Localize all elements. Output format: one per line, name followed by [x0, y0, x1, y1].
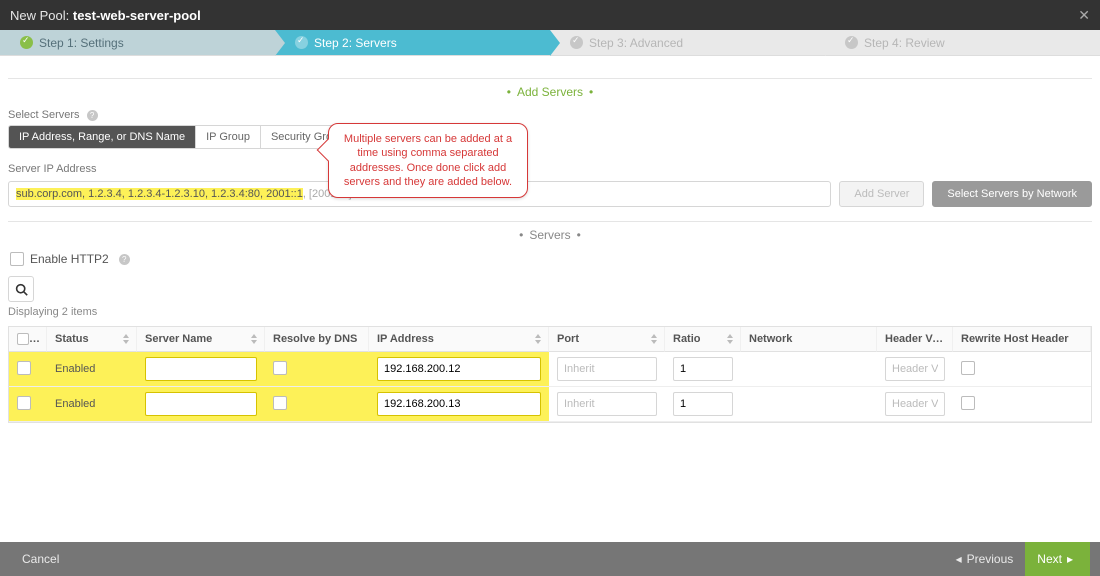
select-servers-label: Select Servers ? [8, 109, 1092, 121]
section-title: Add Servers [517, 85, 583, 99]
ratio-input[interactable] [673, 357, 733, 381]
sort-icon [534, 334, 542, 344]
network-cell [741, 387, 877, 422]
header-value-input[interactable] [885, 357, 945, 381]
sort-icon [650, 334, 658, 344]
help-icon[interactable]: ? [87, 110, 98, 121]
col-port[interactable]: Port [549, 327, 665, 352]
step-label: Step 1: Settings [39, 36, 124, 50]
section-add-servers: •Add Servers• [8, 85, 1092, 99]
rewrite-host-checkbox[interactable] [961, 396, 975, 410]
triangle-left-icon: ◂ [956, 552, 962, 566]
add-server-button[interactable]: Add Server [839, 181, 924, 207]
help-icon[interactable]: ? [119, 254, 130, 265]
footer-bar: Cancel ◂Previous Next▸ [0, 542, 1100, 576]
table-row: Enabled [9, 352, 1091, 387]
step-label: Step 4: Review [864, 36, 945, 50]
step-settings[interactable]: Step 1: Settings [0, 30, 275, 55]
next-button[interactable]: Next▸ [1025, 542, 1090, 576]
servers-table: Status Server Name Resolve by DNS IP Add… [8, 326, 1092, 423]
status-cell: Enabled [47, 352, 137, 387]
status-cell: Enabled [47, 387, 137, 422]
check-icon [295, 36, 308, 49]
section-title: Servers [529, 228, 570, 242]
check-icon [20, 36, 33, 49]
search-button[interactable] [8, 276, 34, 302]
col-network[interactable]: Network [741, 327, 877, 352]
ip-address-input[interactable] [377, 357, 541, 381]
triangle-right-icon: ▸ [1067, 552, 1073, 566]
rewrite-host-checkbox[interactable] [961, 361, 975, 375]
sort-icon [250, 334, 258, 344]
server-name-input[interactable] [145, 357, 257, 381]
cancel-button[interactable]: Cancel [10, 542, 71, 576]
col-ratio[interactable]: Ratio [665, 327, 741, 352]
wizard-steps: Step 1: Settings Step 2: Servers Step 3:… [0, 30, 1100, 56]
col-header-value[interactable]: Header Value [877, 327, 953, 352]
step-review[interactable]: Step 4: Review [825, 30, 1100, 55]
server-ip-label: Server IP Address [8, 163, 1092, 175]
step-advanced[interactable]: Step 3: Advanced [550, 30, 825, 55]
port-input[interactable] [557, 392, 657, 416]
row-select-checkbox[interactable] [17, 396, 31, 410]
resolve-dns-checkbox[interactable] [273, 361, 287, 375]
section-servers: •Servers• [8, 228, 1092, 242]
col-resolve-dns[interactable]: Resolve by DNS [265, 327, 369, 352]
title-pool-name: test-web-server-pool [73, 8, 201, 23]
select-servers-tabs: IP Address, Range, or DNS Name IP Group … [8, 125, 361, 149]
table-row: Enabled [9, 387, 1091, 422]
title-prefix: New Pool: [10, 8, 69, 23]
ip-address-input[interactable] [377, 392, 541, 416]
check-icon [845, 36, 858, 49]
col-status[interactable]: Status [47, 327, 137, 352]
port-input[interactable] [557, 357, 657, 381]
col-rewrite-host[interactable]: Rewrite Host Header [953, 327, 1091, 352]
step-servers[interactable]: Step 2: Servers [275, 30, 550, 55]
server-name-input[interactable] [145, 392, 257, 416]
search-icon [15, 283, 28, 296]
previous-button[interactable]: ◂Previous [939, 542, 1026, 576]
item-count: Displaying 2 items [8, 306, 1092, 318]
tab-ip-address[interactable]: IP Address, Range, or DNS Name [9, 126, 196, 148]
help-callout: Multiple servers can be added at a time … [328, 123, 528, 198]
col-server-name[interactable]: Server Name [137, 327, 265, 352]
header-value-input[interactable] [885, 392, 945, 416]
row-select-checkbox[interactable] [17, 361, 31, 375]
resolve-dns-checkbox[interactable] [273, 396, 287, 410]
close-icon[interactable]: ✕ [1078, 7, 1090, 24]
enable-http2-checkbox[interactable] [10, 252, 24, 266]
title-bar: New Pool: test-web-server-pool ✕ [0, 0, 1100, 30]
network-cell [741, 352, 877, 387]
tab-ip-group[interactable]: IP Group [196, 126, 261, 148]
sort-icon [726, 334, 734, 344]
col-ip[interactable]: IP Address [369, 327, 549, 352]
step-label: Step 3: Advanced [589, 36, 683, 50]
enable-http2-label: Enable HTTP2 [30, 252, 109, 266]
step-label: Step 2: Servers [314, 36, 397, 50]
ratio-input[interactable] [673, 392, 733, 416]
sort-icon [122, 334, 130, 344]
select-servers-by-network-button[interactable]: Select Servers by Network [932, 181, 1092, 207]
check-icon [570, 36, 583, 49]
select-all-checkbox[interactable] [17, 333, 29, 345]
